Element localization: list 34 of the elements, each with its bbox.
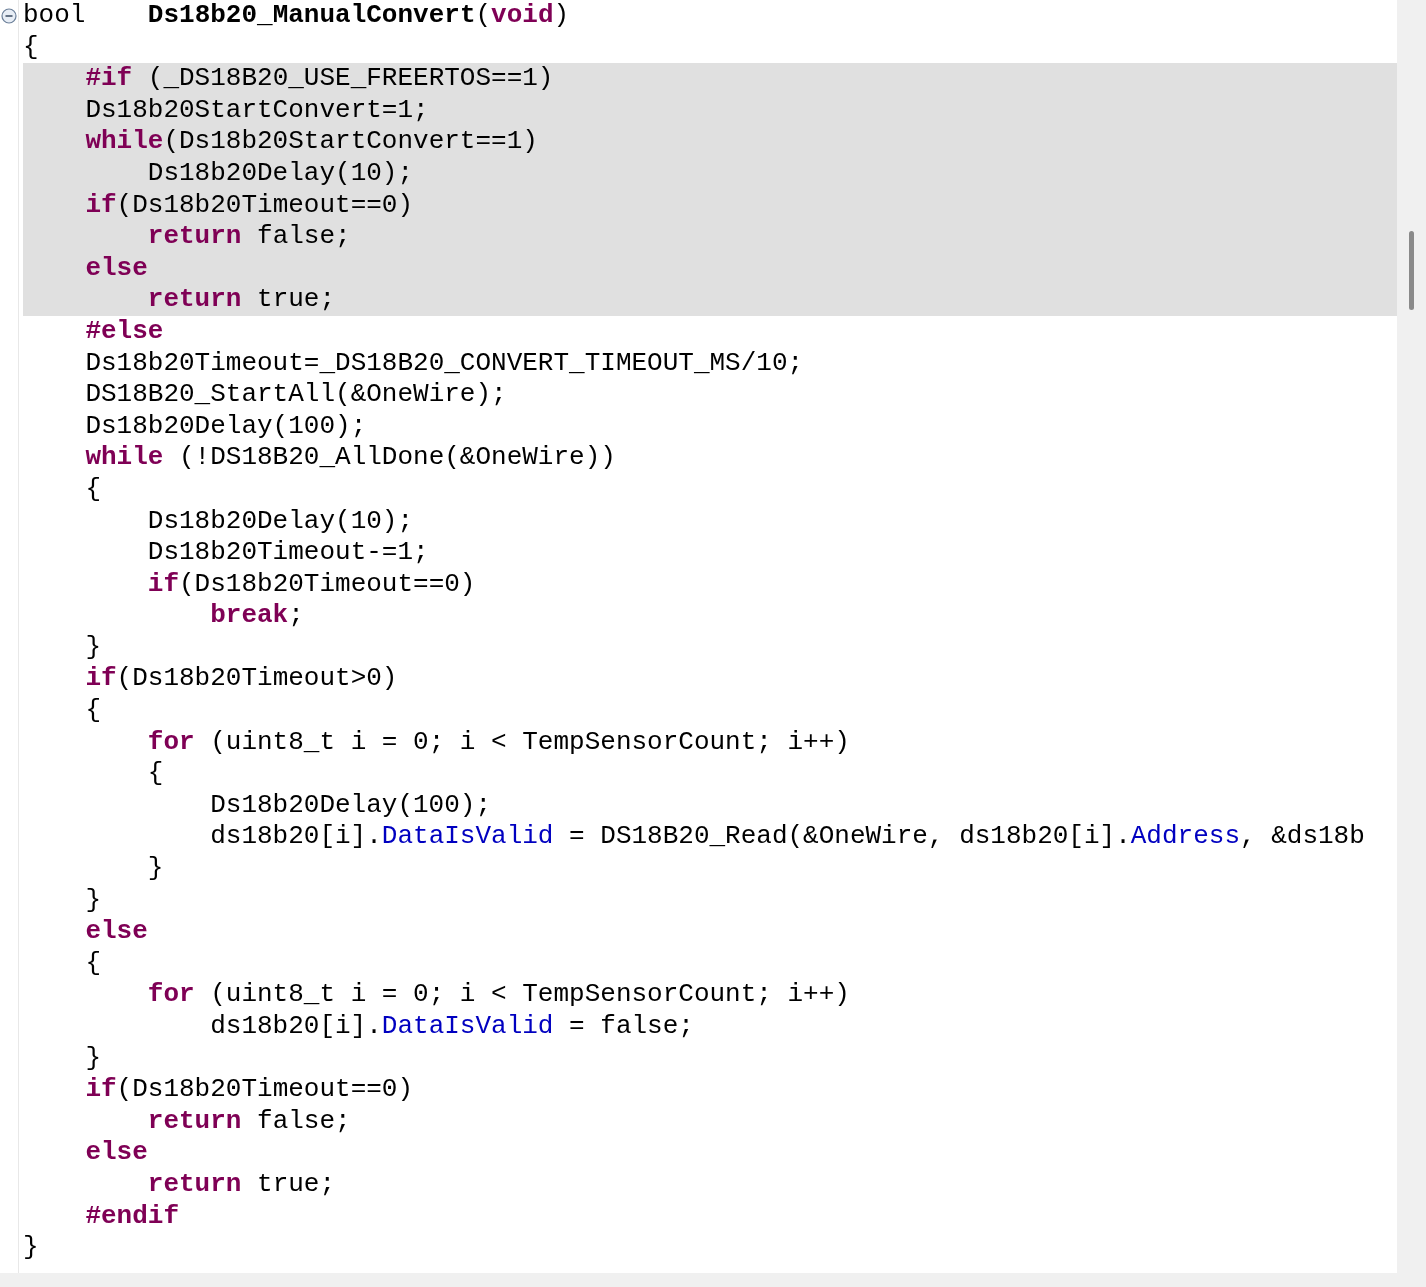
code-line: } bbox=[84, 884, 102, 917]
code-line: Ds18b20Delay(100); bbox=[209, 789, 493, 822]
code-line: Ds18b20Delay(10); bbox=[146, 505, 415, 538]
code-line: { bbox=[84, 695, 102, 727]
code-line: else bbox=[84, 1137, 149, 1169]
code-line: return false; bbox=[146, 1105, 352, 1138]
code-line: } bbox=[146, 853, 165, 885]
code-line: #else bbox=[84, 315, 165, 348]
code-line: ds18b20[i].DataIsValid = DS18B20_Read(&OneWire, ds18b20[i].Address, &ds18b bbox=[209, 821, 1366, 854]
code-line: if(Ds18b20Timeout==0) bbox=[146, 568, 477, 601]
code-line: } bbox=[84, 631, 102, 664]
code-line: while (!DS18B20_AllDone(&OneWire)) bbox=[84, 442, 617, 474]
code-line: #endif bbox=[84, 1200, 180, 1233]
code-line: } bbox=[23, 1232, 40, 1264]
code-line: if(Ds18b20Timeout==0) bbox=[84, 1074, 415, 1106]
code-line: { bbox=[84, 947, 102, 980]
code-line: ds18b20[i].DataIsValid = false; bbox=[209, 1011, 695, 1043]
code-line: { bbox=[146, 758, 165, 790]
code-line: { bbox=[84, 473, 102, 506]
code-line: } bbox=[84, 1042, 102, 1075]
code-line: DS18B20_StartAll(&OneWire); bbox=[84, 379, 508, 411]
code-line: Ds18b20Delay(100); bbox=[84, 410, 368, 443]
code-line: for (uint8_t i = 0; i < TempSensorCount; i++) bbox=[146, 726, 851, 759]
code-line: Ds18b20Timeout=_DS18B20_CONVERT_TIMEOUT_MS/10; bbox=[84, 347, 805, 380]
scrollbar-thumb[interactable] bbox=[1409, 231, 1414, 310]
code-line: if(Ds18b20Timeout>0) bbox=[84, 663, 399, 696]
code-line: bool Ds18b20_ManualConvert(void) bbox=[23, 0, 571, 32]
code-line: else bbox=[84, 916, 149, 948]
code-line: for (uint8_t i = 0; i < TempSensorCount; i++) bbox=[146, 979, 851, 1011]
collapse-icon[interactable] bbox=[1, 8, 17, 24]
code-line: return true; bbox=[146, 1168, 337, 1201]
code-line: Ds18b20Timeout-=1; bbox=[146, 537, 430, 569]
code-line: { bbox=[23, 31, 40, 64]
code-line: break; bbox=[209, 600, 305, 632]
